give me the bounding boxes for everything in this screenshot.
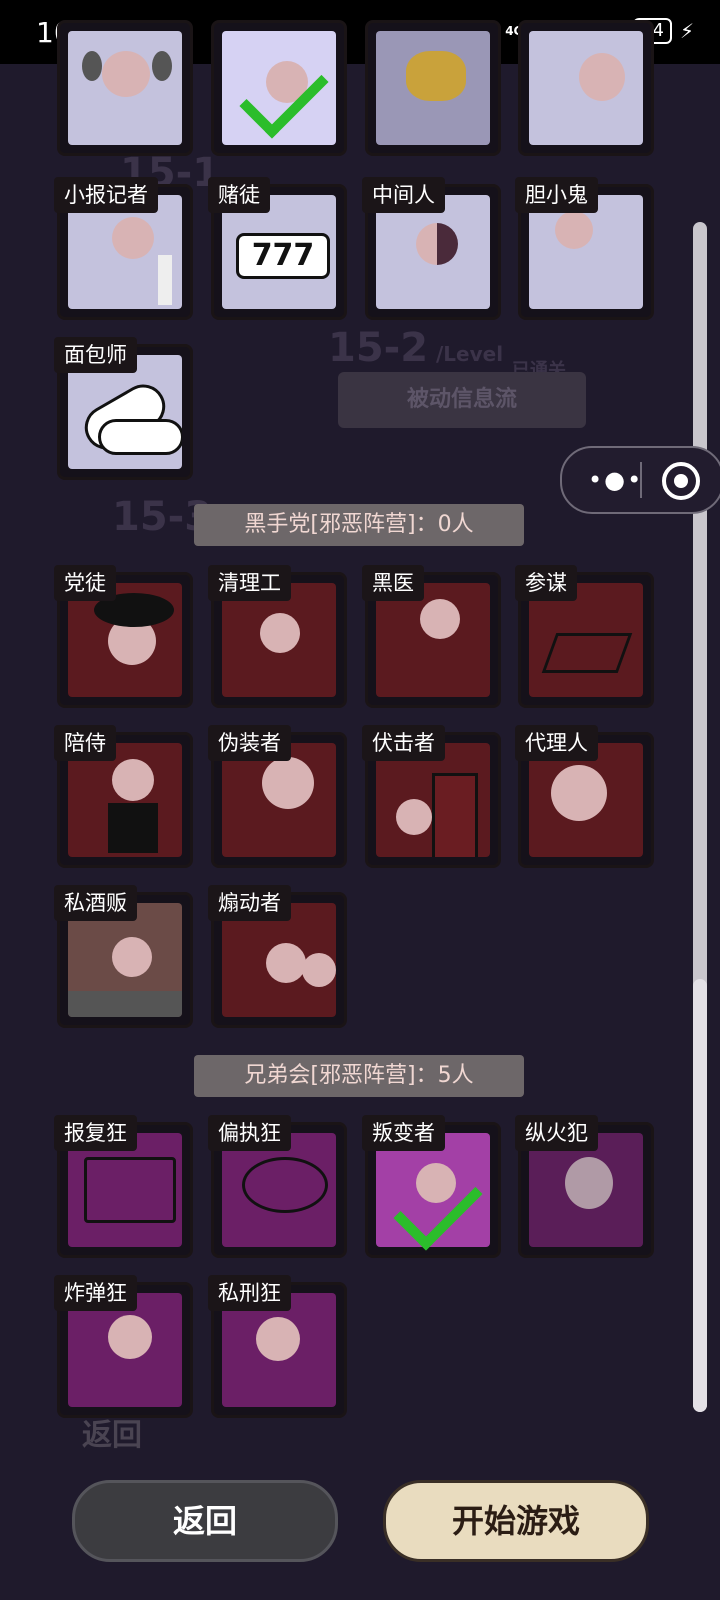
scrollbar-thumb[interactable] — [693, 979, 707, 1412]
role-card[interactable]: 陪侍 — [54, 725, 193, 868]
role-label: 党徒 — [54, 565, 116, 601]
role-card[interactable] — [518, 20, 654, 156]
role-card-reporter[interactable]: 小报记者 — [54, 177, 193, 320]
role-label: 参谋 — [515, 565, 577, 601]
miniprogram-capsule: •●• — [560, 446, 720, 514]
scrollbar[interactable] — [693, 222, 707, 1412]
role-label: 面包师 — [54, 337, 137, 373]
gunman-icon — [529, 31, 643, 145]
role-card[interactable]: 偏执狂 — [208, 1115, 347, 1258]
wizard-icon — [376, 31, 490, 145]
role-card[interactable]: 私酒贩 — [54, 885, 193, 1028]
role-label: 伏击者 — [362, 725, 445, 761]
role-label: 纵火犯 — [515, 1115, 598, 1151]
bg-level-unit: /Level — [436, 342, 504, 366]
role-card[interactable]: 私刑狂 — [208, 1275, 347, 1418]
role-card[interactable] — [57, 20, 193, 156]
role-card-baker[interactable]: 面包师 — [54, 337, 193, 480]
role-label: 陪侍 — [54, 725, 116, 761]
role-label: 黑医 — [362, 565, 424, 601]
role-label: 煽动者 — [208, 885, 291, 921]
role-label: 私刑狂 — [208, 1275, 291, 1311]
role-card[interactable] — [365, 20, 501, 156]
role-card[interactable]: 清理工 — [208, 565, 347, 708]
role-card[interactable]: 伪装者 — [208, 725, 347, 868]
role-card-checked[interactable]: 叛变者 — [362, 1115, 501, 1258]
role-card[interactable]: 报复狂 — [54, 1115, 193, 1258]
role-card[interactable]: 煽动者 — [208, 885, 347, 1028]
role-card-checked[interactable] — [211, 20, 347, 156]
role-label: 小报记者 — [54, 177, 158, 213]
back-button[interactable]: 返回 — [72, 1480, 338, 1562]
role-card[interactable]: 伏击者 — [362, 725, 501, 868]
role-label: 私酒贩 — [54, 885, 137, 921]
start-game-button[interactable]: 开始游戏 — [383, 1480, 649, 1562]
role-card[interactable]: 党徒 — [54, 565, 193, 708]
role-label: 伪装者 — [208, 725, 291, 761]
role-label: 报复狂 — [54, 1115, 137, 1151]
close-target-icon[interactable] — [662, 462, 700, 500]
role-label: 胆小鬼 — [515, 177, 598, 213]
brotherhood-section-banner: 兄弟会[邪恶阵营]：5人 — [194, 1055, 524, 1097]
role-card-gambler[interactable]: 777 赌徒 — [208, 177, 347, 320]
role-card[interactable]: 参谋 — [515, 565, 654, 708]
role-card[interactable]: 纵火犯 — [515, 1115, 654, 1258]
role-card[interactable]: 代理人 — [515, 725, 654, 868]
bg-level-15-2: 15-2 — [328, 325, 429, 371]
mafia-section-banner: 黑手党[邪恶阵营]：0人 — [194, 504, 524, 546]
role-label: 赌徒 — [208, 177, 270, 213]
role-label: 叛变者 — [362, 1115, 445, 1151]
ram-icon — [68, 31, 182, 145]
role-label: 代理人 — [515, 725, 598, 761]
role-label: 清理工 — [208, 565, 291, 601]
charging-icon: ⚡ — [679, 19, 694, 43]
more-icon[interactable]: •●• — [588, 466, 643, 494]
bg-level-15-2-panel: 被动信息流 — [338, 372, 586, 428]
role-label: 偏执狂 — [208, 1115, 291, 1151]
capsule-divider — [640, 462, 642, 498]
role-label: 炸弹狂 — [54, 1275, 137, 1311]
role-card[interactable]: 黑医 — [362, 565, 501, 708]
role-card[interactable]: 炸弹狂 — [54, 1275, 193, 1418]
role-card-coward[interactable]: 胆小鬼 — [515, 177, 654, 320]
role-label: 中间人 — [362, 177, 445, 213]
role-card-middleman[interactable]: 中间人 — [362, 177, 501, 320]
